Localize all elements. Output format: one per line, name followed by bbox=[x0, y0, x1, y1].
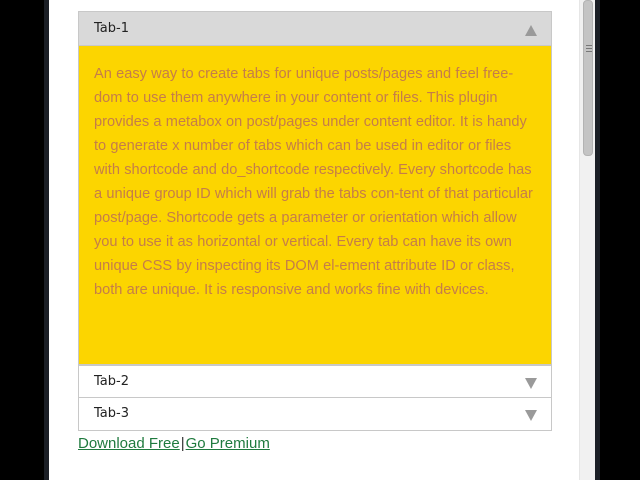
tabs-accordion: Tab-1 An easy way to create tabs for uni… bbox=[78, 11, 552, 431]
footer-links: Download Free|Go Premium bbox=[78, 435, 270, 452]
scrollbar-thumb[interactable] bbox=[583, 0, 593, 156]
go-premium-link[interactable]: Go Premium bbox=[186, 435, 270, 452]
grip-icon bbox=[586, 45, 592, 52]
vertical-scrollbar[interactable] bbox=[579, 0, 595, 480]
triangle-down-icon bbox=[525, 410, 537, 421]
tab-3-label: Tab-3 bbox=[94, 406, 129, 421]
tab-1-panel: An easy way to create tabs for unique po… bbox=[78, 46, 552, 365]
tab-2-label: Tab-2 bbox=[94, 374, 129, 389]
tab-3-header[interactable]: Tab-3 bbox=[78, 398, 552, 431]
tab-1-label: Tab-1 bbox=[94, 21, 129, 36]
tab-1-header[interactable]: Tab-1 bbox=[78, 11, 552, 46]
triangle-up-icon bbox=[525, 25, 537, 36]
triangle-down-icon bbox=[525, 378, 537, 389]
tab-1-content-text: An easy way to create tabs for unique po… bbox=[94, 66, 533, 298]
tab-2-header[interactable]: Tab-2 bbox=[78, 365, 552, 398]
download-free-link[interactable]: Download Free bbox=[78, 435, 180, 452]
